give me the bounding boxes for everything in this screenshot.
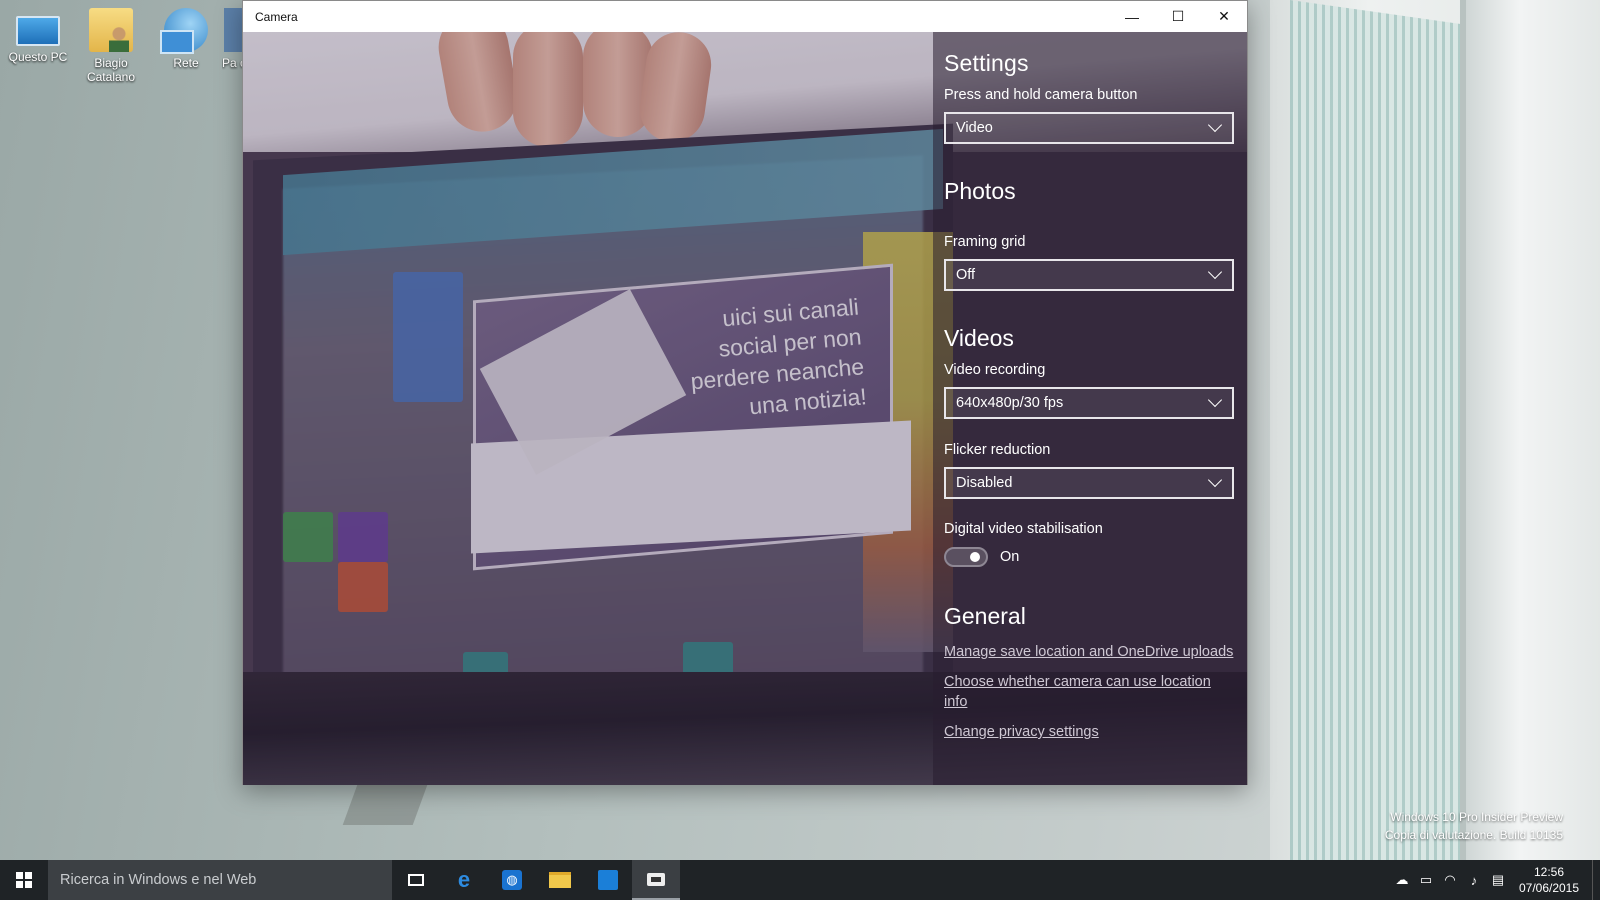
close-button[interactable]: ✕ bbox=[1201, 1, 1247, 32]
taskbar-app-camera[interactable] bbox=[632, 860, 680, 900]
camera-button-dropdown[interactable]: Video bbox=[944, 112, 1234, 144]
maximize-button[interactable]: ☐ bbox=[1155, 1, 1201, 32]
store-icon bbox=[598, 870, 618, 890]
camera-icon bbox=[647, 872, 665, 886]
chevron-down-icon bbox=[1207, 472, 1223, 488]
video-recording-label: Video recording bbox=[944, 362, 1046, 378]
desktop-icon-this-pc[interactable]: Questo PC bbox=[0, 8, 76, 64]
ie-icon: ◍ bbox=[502, 870, 522, 890]
onedrive-icon[interactable]: ☁ bbox=[1390, 872, 1414, 888]
watermark-line: Copia di valutazione. Build 10135 bbox=[1384, 828, 1563, 842]
windows-watermark: Windows 10 Pro Insider Preview Copia di … bbox=[1385, 808, 1563, 844]
videos-heading: Videos bbox=[944, 325, 1014, 351]
save-location-link[interactable]: Manage save location and OneDrive upload… bbox=[944, 642, 1235, 662]
video-recording-dropdown[interactable]: 640x480p/30 fps bbox=[944, 387, 1234, 419]
chevron-down-icon bbox=[1207, 392, 1223, 408]
background-frame bbox=[1460, 0, 1600, 860]
desktop-icon-label: Biagio Catalano bbox=[86, 56, 136, 84]
framing-grid-dropdown[interactable]: Off bbox=[944, 259, 1234, 291]
watermark-line: Windows 10 Pro Insider Preview bbox=[1390, 810, 1563, 824]
general-heading: General bbox=[944, 603, 1026, 629]
background-shadow bbox=[342, 785, 428, 825]
clock-date: 07/06/2015 bbox=[1518, 881, 1580, 895]
stabilisation-label: Digital video stabilisation bbox=[944, 521, 1103, 537]
camera-window: Camera — ☐ ✕ uici sui canali social per … bbox=[242, 0, 1248, 785]
settings-panel: Settings Press and hold camera button Vi… bbox=[933, 32, 1247, 785]
taskbar-app-edge[interactable]: e bbox=[440, 860, 488, 900]
desktop-icon-user-folder[interactable]: Biagio Catalano bbox=[73, 8, 149, 84]
desktop-icon-network[interactable]: Rete bbox=[148, 8, 224, 70]
minimize-icon: — bbox=[1125, 8, 1139, 25]
battery-icon[interactable]: ▭ bbox=[1414, 872, 1438, 888]
chevron-down-icon bbox=[1207, 117, 1223, 133]
action-center-icon[interactable]: ▤ bbox=[1486, 872, 1510, 888]
title-bar[interactable]: Camera — ☐ ✕ bbox=[243, 1, 1247, 32]
flicker-dropdown[interactable]: Disabled bbox=[944, 467, 1234, 499]
search-placeholder: Ricerca in Windows e nel Web bbox=[60, 872, 257, 888]
desktop-icon-label: Rete bbox=[173, 56, 199, 70]
taskbar-app-store[interactable] bbox=[584, 860, 632, 900]
user-folder-icon bbox=[89, 8, 133, 52]
dropdown-value: 640x480p/30 fps bbox=[956, 395, 1064, 411]
network-icon bbox=[160, 8, 208, 54]
chevron-down-icon bbox=[1207, 264, 1223, 280]
dropdown-value: Off bbox=[956, 267, 976, 283]
camera-button-label: Press and hold camera button bbox=[944, 87, 1138, 103]
settings-title: Settings bbox=[944, 50, 1029, 76]
framing-grid-label: Framing grid bbox=[944, 234, 1026, 250]
dropdown-value: Disabled bbox=[956, 475, 1013, 491]
background-blinds bbox=[1290, 0, 1480, 887]
windows-logo-icon bbox=[16, 872, 32, 888]
stabilisation-toggle-row: On bbox=[944, 547, 1235, 567]
dropdown-value: Video bbox=[956, 120, 993, 136]
control-panel-icon bbox=[224, 8, 244, 52]
task-view-icon bbox=[408, 874, 424, 886]
flicker-label: Flicker reduction bbox=[944, 442, 1051, 458]
taskbar-search-box[interactable]: Ricerca in Windows e nel Web bbox=[48, 860, 392, 900]
clock-time: 12:56 bbox=[1533, 865, 1565, 879]
close-icon: ✕ bbox=[1218, 8, 1230, 24]
taskbar-app-ie[interactable]: ◍ bbox=[488, 860, 536, 900]
show-desktop-button[interactable] bbox=[1592, 860, 1600, 900]
privacy-link[interactable]: Change privacy settings bbox=[944, 722, 1235, 742]
minimize-button[interactable]: — bbox=[1109, 1, 1155, 32]
file-explorer-icon bbox=[549, 872, 571, 888]
start-button[interactable] bbox=[0, 860, 48, 900]
location-info-link[interactable]: Choose whether camera can use location i… bbox=[944, 672, 1235, 712]
photos-heading: Photos bbox=[944, 178, 1016, 204]
taskbar-app-file-explorer[interactable] bbox=[536, 860, 584, 900]
clock[interactable]: 12:56 07/06/2015 bbox=[1510, 864, 1588, 896]
system-tray: ☁ ▭ ◠ ♪ ▤ 12:56 07/06/2015 bbox=[1390, 860, 1600, 900]
desktop-icon-label: Questo PC bbox=[8, 50, 68, 64]
edge-icon: e bbox=[457, 867, 471, 892]
task-view-button[interactable] bbox=[392, 860, 440, 900]
window-title: Camera bbox=[255, 9, 298, 24]
toggle-knob bbox=[970, 552, 980, 562]
wifi-icon[interactable]: ◠ bbox=[1438, 872, 1462, 888]
maximize-icon: ☐ bbox=[1171, 8, 1185, 24]
window-controls: — ☐ ✕ bbox=[1109, 1, 1247, 32]
computer-icon bbox=[16, 16, 60, 46]
taskbar: Ricerca in Windows e nel Web e ◍ ☁ ▭ ◠ ♪… bbox=[0, 860, 1600, 900]
volume-icon[interactable]: ♪ bbox=[1462, 873, 1486, 888]
toggle-state: On bbox=[1000, 549, 1020, 565]
camera-preview[interactable]: uici sui canali social per non perdere n… bbox=[243, 32, 1247, 785]
stabilisation-toggle[interactable] bbox=[944, 547, 988, 567]
